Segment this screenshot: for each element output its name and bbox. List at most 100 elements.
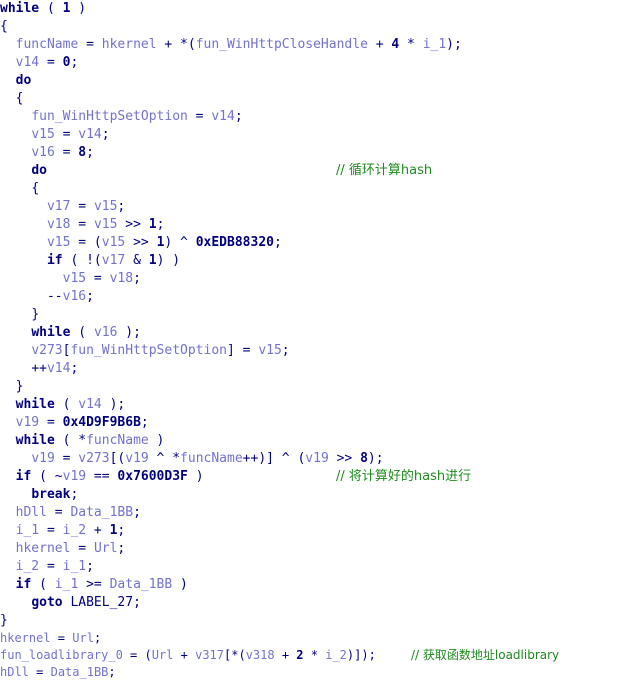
code-token-var: v15 (31, 127, 55, 142)
code-line[interactable]: while ( *funcName ) (0, 432, 644, 450)
code-token-punc (39, 1, 47, 16)
code-line[interactable]: v15 = v14; (0, 126, 644, 144)
code-line[interactable]: funcName = hkernel + *(fun_WinHttpCloseH… (0, 36, 644, 54)
code-line[interactable]: break; (0, 486, 644, 504)
code-token-func: Data_1BB (109, 577, 173, 592)
code-token-punc: = (78, 37, 102, 52)
code-token-punc: ^ * (148, 451, 181, 466)
code-line[interactable]: if ( !(v17 & 1) ) (0, 252, 644, 270)
code-token-punc: ; (117, 523, 126, 538)
code-token-punc: = ( (70, 235, 102, 250)
code-line[interactable]: v18 = v15 >> 1; (0, 216, 644, 234)
code-line[interactable]: while ( 1 ) (0, 0, 644, 18)
code-line[interactable]: fun_WinHttpSetOption = v14; (0, 108, 644, 126)
code-token-punc: ) ) (156, 253, 181, 268)
code-line[interactable]: hkernel = Url; (0, 630, 644, 647)
code-token-num: 0x7600D3F (117, 469, 188, 484)
code-token-kw: break (31, 487, 71, 502)
code-token-punc: & (125, 253, 149, 268)
code-line[interactable]: i_2 = i_1; (0, 558, 644, 576)
code-line[interactable]: v15 = (v15 >> 1) ^ 0xEDB88320; (0, 234, 644, 252)
code-token-var: i_1 (15, 523, 40, 538)
code-line[interactable]: v15 = v18; (0, 270, 644, 288)
code-token-punc: = (187, 109, 212, 124)
code-token-punc: ; (281, 343, 290, 358)
code-token-func: fun_WinHttpCloseHandle (195, 37, 368, 52)
pseudocode-view[interactable]: while ( 1 ){ funcName = hkernel + *(fun_… (0, 0, 644, 688)
code-line[interactable]: goto LABEL_27; (0, 594, 644, 612)
code-token-punc: + (274, 648, 297, 662)
code-line[interactable]: while ( v16 ); (0, 324, 644, 342)
code-line[interactable]: do (0, 72, 644, 90)
code-token-punc: ; (117, 199, 126, 214)
code-token-kw: while (31, 325, 71, 340)
code-token-punc: == (86, 469, 118, 484)
code-token-punc: ; (234, 109, 243, 124)
code-token-punc: ; (133, 595, 141, 610)
code-line[interactable]: i_1 = i_2 + 1; (0, 522, 644, 540)
code-line[interactable]: ++v14; (0, 360, 644, 378)
code-line[interactable]: hDll = Data_1BB; (0, 504, 644, 522)
code-line[interactable]: { (0, 90, 644, 108)
code-line[interactable]: { (0, 18, 644, 36)
code-token-var: v19 (125, 451, 149, 466)
code-line[interactable]: hkernel = Url; (0, 540, 644, 558)
code-token-func: fun_loadlibrary_0 (0, 648, 123, 662)
code-line[interactable]: --v16; (0, 288, 644, 306)
code-line[interactable]: hDll = Data_1BB; (0, 664, 644, 681)
code-line[interactable]: if ( ~v19 == 0x7600D3F ) // 将计算好的hash进行 (0, 468, 644, 486)
code-line[interactable]: do // 循环计算hash (0, 162, 644, 180)
code-line[interactable]: v273[fun_WinHttpSetOption] = v15; (0, 342, 644, 360)
code-line[interactable]: v14 = 0; (0, 54, 644, 72)
code-token-punc: ; (101, 127, 110, 142)
code-token-punc: = (39, 523, 63, 538)
code-token-var: v19 (305, 451, 329, 466)
code-token-var: v14 (211, 109, 235, 124)
code-token-punc: ; (86, 559, 94, 574)
code-token-var: v15 (101, 235, 126, 250)
code-token-var: v15 (93, 199, 118, 214)
code-token-punc: + *( (156, 37, 196, 52)
code-token-punc: -- (46, 289, 63, 304)
code-line[interactable]: } (0, 378, 644, 396)
code-line[interactable]: } (0, 306, 644, 324)
code-token-punc: { (15, 91, 24, 106)
code-token-punc: ; (108, 665, 116, 679)
code-token-var: v14 (78, 127, 102, 142)
code-line[interactable]: v16 = 8; (0, 144, 644, 162)
code-token-var: funcName (15, 37, 79, 52)
code-token-var: v273 (78, 451, 110, 466)
code-token-punc: ) (187, 469, 204, 484)
code-token-kw: while (0, 1, 40, 16)
code-line[interactable]: v19 = v273[(v19 ^ *funcName++)] ^ (v19 >… (0, 450, 644, 468)
code-token-num: 0xEDB88320 (195, 235, 274, 250)
code-line[interactable]: fun_loadlibrary_0 = (Url + v317[*(v318 +… (0, 647, 644, 664)
code-line[interactable]: while ( v14 ); (0, 396, 644, 414)
code-line[interactable]: v17 = v15; (0, 198, 644, 216)
code-token-label: LABEL_27 (70, 595, 134, 610)
code-token-var: i_1 (422, 37, 447, 52)
code-token-num: 8 (360, 451, 368, 466)
code-comment: // 循环计算hash (336, 163, 433, 178)
code-line[interactable]: } (0, 612, 644, 630)
code-token-func: Data_1BB (50, 665, 109, 679)
code-token-kw: if (15, 469, 32, 484)
code-token-num: 2 (296, 648, 304, 662)
code-line[interactable]: { (0, 180, 644, 198)
code-token-var: hkernel (101, 37, 157, 52)
code-line[interactable]: v19 = 0x4D9F9B6B; (0, 414, 644, 432)
code-token-punc: ) (172, 577, 188, 592)
code-line[interactable]: if ( i_1 >= Data_1BB ) (0, 576, 644, 594)
